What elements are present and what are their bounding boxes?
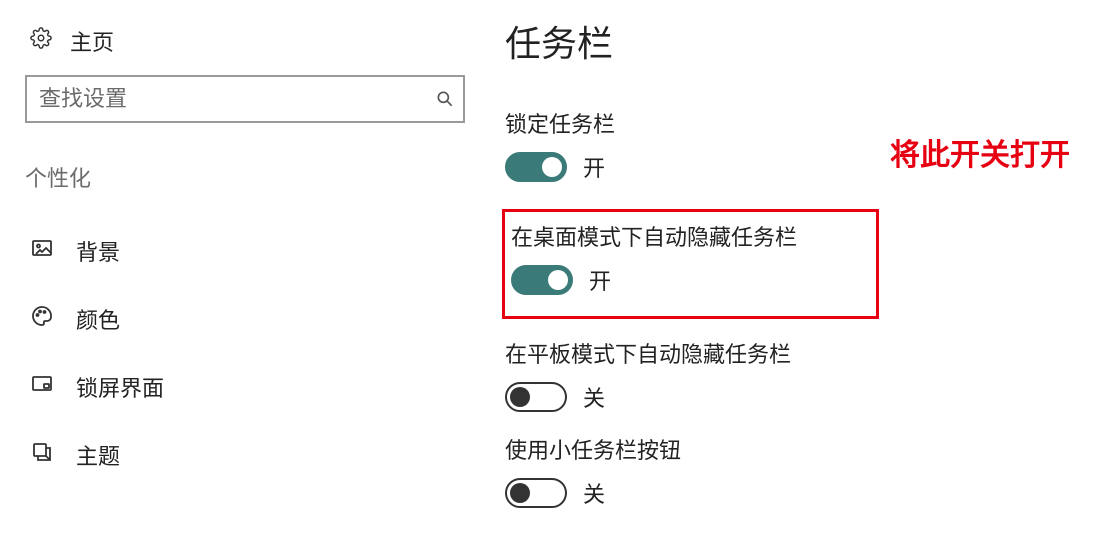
sidebar-item-label: 颜色 — [76, 303, 120, 335]
highlight-box: 在桌面模式下自动隐藏任务栏 开 — [502, 209, 879, 319]
toggle-small-buttons[interactable] — [505, 478, 567, 508]
sidebar-item-background[interactable]: 背景 — [25, 217, 460, 285]
sidebar-item-label: 锁屏界面 — [76, 371, 164, 403]
toggle-autohide-tablet[interactable] — [505, 382, 567, 412]
setting-autohide-desktop: 在桌面模式下自动隐藏任务栏 开 — [505, 216, 877, 308]
main-content: 任务栏 将此开关打开 锁定任务栏 开 在桌面模式下自动隐藏任务栏 开 在平板模式… — [490, 0, 1100, 548]
setting-label: 在桌面模式下自动隐藏任务栏 — [511, 220, 862, 252]
page-title: 任务栏 — [505, 15, 1100, 67]
setting-small-buttons: 使用小任务栏按钮 关 — [490, 425, 862, 521]
search-container — [25, 75, 465, 123]
sidebar-item-colors[interactable]: 颜色 — [25, 285, 460, 353]
toggle-state-text: 开 — [583, 151, 605, 183]
search-icon[interactable] — [435, 75, 455, 123]
gear-icon — [30, 27, 52, 55]
annotation-text: 将此开关打开 — [890, 130, 1070, 174]
toggle-state-text: 关 — [583, 477, 605, 509]
sidebar-item-themes[interactable]: 主题 — [25, 421, 460, 489]
setting-autohide-tablet: 在平板模式下自动隐藏任务栏 关 — [490, 329, 862, 425]
sidebar-item-label: 背景 — [76, 235, 120, 267]
setting-label: 使用小任务栏按钮 — [505, 433, 847, 465]
setting-label: 在平板模式下自动隐藏任务栏 — [505, 337, 847, 369]
sidebar-nav: 背景 颜色 锁屏界面 — [25, 217, 460, 489]
sidebar-item-label: 主题 — [76, 439, 120, 471]
palette-icon — [30, 304, 54, 334]
search-input[interactable] — [25, 75, 465, 123]
sidebar-home[interactable]: 主页 — [25, 15, 460, 75]
sidebar-home-label: 主页 — [70, 25, 114, 57]
toggle-state-text: 开 — [589, 264, 611, 296]
lockscreen-icon — [30, 372, 54, 402]
sidebar-section-label: 个性化 — [25, 161, 460, 193]
picture-icon — [30, 236, 54, 266]
sidebar-item-lockscreen[interactable]: 锁屏界面 — [25, 353, 460, 421]
toggle-state-text: 关 — [583, 381, 605, 413]
toggle-autohide-desktop[interactable] — [511, 265, 573, 295]
setting-lock-taskbar: 锁定任务栏 开 — [490, 99, 862, 195]
toggle-lock-taskbar[interactable] — [505, 152, 567, 182]
setting-label: 锁定任务栏 — [505, 107, 847, 139]
themes-icon — [30, 440, 54, 470]
settings-sidebar: 主页 个性化 背景 — [0, 0, 490, 548]
